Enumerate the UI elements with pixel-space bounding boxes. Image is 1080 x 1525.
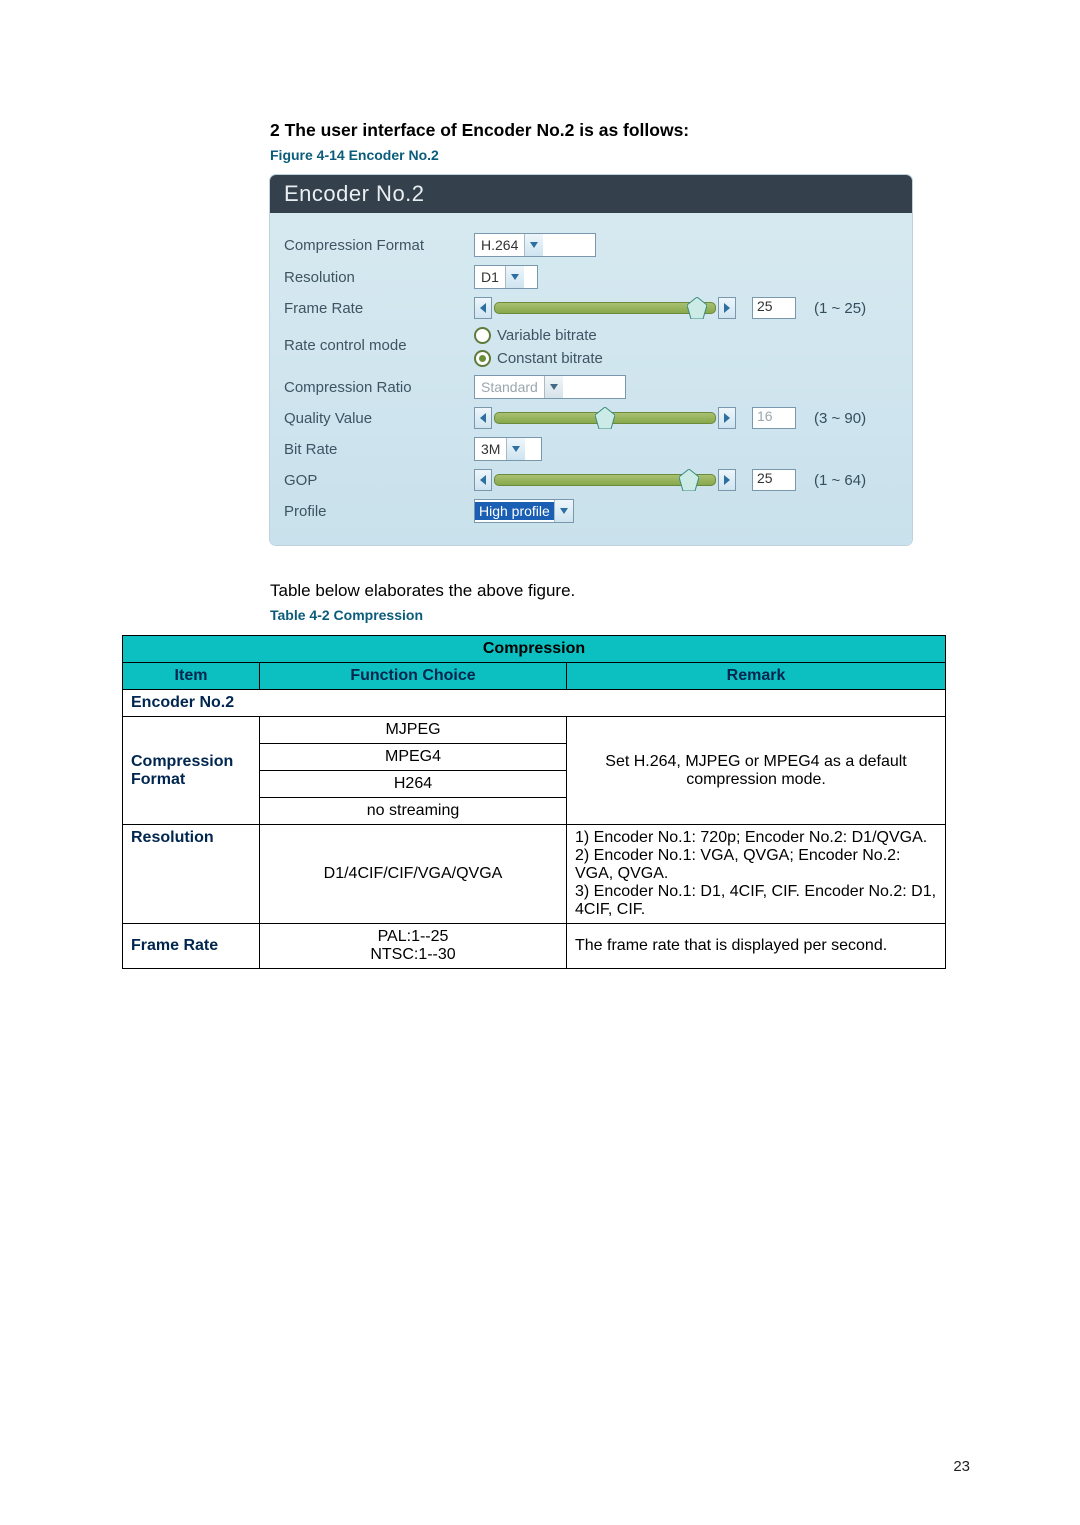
label-compression-ratio: Compression Ratio [284, 379, 474, 396]
item-compression-format: Compression Format [123, 717, 260, 825]
bit-rate-value: 3M [475, 441, 506, 457]
choice-h264: H264 [260, 771, 567, 798]
compression-table: Compression Item Function Choice Remark … [122, 635, 946, 969]
page-number: 23 [953, 1458, 970, 1475]
row-rate-control: Rate control mode Variable bitrate Const… [284, 327, 898, 367]
choice-mpeg4: MPEG4 [260, 744, 567, 771]
chevron-down-icon [524, 234, 543, 256]
radio-variable-bitrate[interactable]: Variable bitrate [474, 327, 603, 344]
section-heading: 2 The user interface of Encoder No.2 is … [270, 120, 970, 141]
resolution-dropdown[interactable]: D1 [474, 265, 538, 289]
table-title: Compression [123, 636, 946, 663]
panel-title: Encoder No.2 [270, 175, 912, 213]
radio-constant-label: Constant bitrate [497, 350, 603, 367]
arrow-left-icon[interactable] [474, 407, 492, 429]
remark-frame-rate: The frame rate that is displayed per sec… [567, 924, 946, 969]
chevron-down-icon [544, 376, 563, 398]
profile-dropdown[interactable]: High profile [474, 499, 574, 523]
item-resolution: Resolution [123, 825, 260, 924]
remark-resolution: 1) Encoder No.1: 720p; Encoder No.2: D1/… [567, 825, 946, 924]
paragraph: Table below elaborates the above figure. [270, 581, 970, 601]
compression-ratio-dropdown: Standard [474, 375, 626, 399]
label-rate-control: Rate control mode [284, 327, 474, 354]
row-frame-rate: Frame Rate 25 (1 ~ 25) [284, 297, 898, 319]
col-item: Item [123, 663, 260, 690]
figure-caption: Figure 4-14 Encoder No.2 [270, 147, 970, 163]
arrow-right-icon[interactable] [718, 407, 736, 429]
gop-value[interactable]: 25 [752, 469, 796, 491]
row-compression-format: Compression Format H.264 [284, 233, 898, 257]
profile-value: High profile [475, 502, 554, 520]
chevron-down-icon [554, 500, 573, 522]
row-profile: Profile High profile [284, 499, 898, 523]
row-resolution: Resolution D1 [284, 265, 898, 289]
section-row: Encoder No.2 [123, 690, 946, 717]
chevron-down-icon [506, 438, 525, 460]
choice-mjpeg: MJPEG [260, 717, 567, 744]
arrow-right-icon[interactable] [718, 469, 736, 491]
table-caption: Table 4-2 Compression [270, 607, 970, 623]
bit-rate-dropdown[interactable]: 3M [474, 437, 542, 461]
radio-constant-bitrate[interactable]: Constant bitrate [474, 350, 603, 367]
arrow-left-icon[interactable] [474, 469, 492, 491]
choice-frame-rate: PAL:1--25 NTSC:1--30 [260, 924, 567, 969]
row-compression-ratio: Compression Ratio Standard [284, 375, 898, 399]
label-compression-format: Compression Format [284, 237, 474, 254]
gop-slider[interactable] [474, 469, 736, 491]
col-func: Function Choice [260, 663, 567, 690]
arrow-left-icon[interactable] [474, 297, 492, 319]
quality-value: 16 [752, 407, 796, 429]
compression-format-dropdown[interactable]: H.264 [474, 233, 596, 257]
remark-compression-format: Set H.264, MJPEG or MPEG4 as a default c… [567, 717, 946, 825]
compression-format-value: H.264 [475, 237, 524, 253]
quality-range: (3 ~ 90) [814, 410, 866, 427]
frame-rate-slider[interactable] [474, 297, 736, 319]
choice-resolution: D1/4CIF/CIF/VGA/QVGA [260, 825, 567, 924]
row-bit-rate: Bit Rate 3M [284, 437, 898, 461]
encoder-panel: Encoder No.2 Compression Format H.264 Re… [270, 175, 912, 545]
radio-icon [474, 327, 491, 344]
label-gop: GOP [284, 472, 474, 489]
quality-slider[interactable] [474, 407, 736, 429]
label-bit-rate: Bit Rate [284, 441, 474, 458]
compression-ratio-value: Standard [475, 379, 544, 395]
label-profile: Profile [284, 503, 474, 520]
frame-rate-range: (1 ~ 25) [814, 300, 866, 317]
chevron-down-icon [505, 266, 524, 288]
gop-range: (1 ~ 64) [814, 472, 866, 489]
row-quality-value: Quality Value 16 (3 ~ 90) [284, 407, 898, 429]
radio-variable-label: Variable bitrate [497, 327, 597, 344]
resolution-value: D1 [475, 269, 505, 285]
label-quality-value: Quality Value [284, 410, 474, 427]
col-remark: Remark [567, 663, 946, 690]
arrow-right-icon[interactable] [718, 297, 736, 319]
radio-icon [474, 350, 491, 367]
frame-rate-value[interactable]: 25 [752, 297, 796, 319]
item-frame-rate: Frame Rate [123, 924, 260, 969]
choice-nostreaming: no streaming [260, 798, 567, 825]
label-frame-rate: Frame Rate [284, 300, 474, 317]
row-gop: GOP 25 (1 ~ 64) [284, 469, 898, 491]
label-resolution: Resolution [284, 269, 474, 286]
